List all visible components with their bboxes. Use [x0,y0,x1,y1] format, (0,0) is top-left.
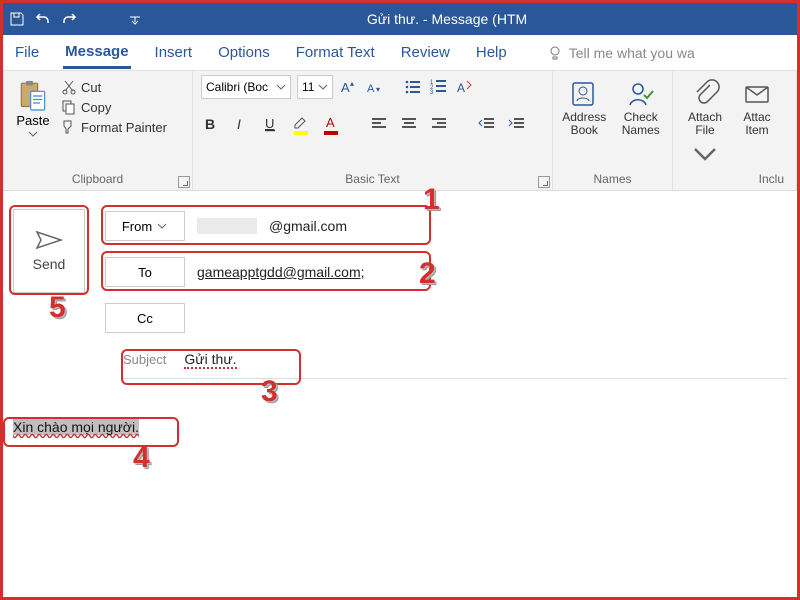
group-label-include: Inclu [681,170,788,188]
subject-row: Subject Gửi thư. [123,345,787,379]
underline-icon[interactable]: U [261,113,281,135]
attach-file-button[interactable]: Attach File [681,75,729,169]
tab-options[interactable]: Options [216,38,272,67]
format-painter-label: Format Painter [81,120,167,135]
font-color-icon[interactable]: A [321,113,341,135]
format-painter-button[interactable]: Format Painter [61,119,167,135]
group-clipboard: Paste Cut Copy Format Painter Clipboard [3,71,193,190]
increase-font-icon[interactable]: A▴ [339,76,359,98]
svg-text:A: A [326,115,335,130]
tab-message[interactable]: Message [63,37,130,69]
cc-button[interactable]: Cc [105,303,185,333]
undo-icon[interactable] [35,11,51,27]
align-left-icon[interactable] [369,113,389,135]
svg-text:3: 3 [430,90,434,96]
cc-row: Cc [105,301,787,335]
decrease-indent-icon[interactable] [477,113,497,135]
bullets-icon[interactable] [403,76,423,98]
attach-item-button[interactable]: Attac Item [737,75,777,137]
tab-insert[interactable]: Insert [153,38,195,67]
tab-file[interactable]: File [13,38,41,67]
tell-me-label: Tell me what you wa [569,45,695,61]
svg-text:B: B [205,116,215,132]
to-row: To gameapptgdd@gmail.com; [105,255,787,289]
group-names: Address Book Check Names Names [553,71,673,190]
highlight-color-icon[interactable] [291,113,311,135]
address-book-button[interactable]: Address Book [561,75,608,137]
tab-format-text[interactable]: Format Text [294,38,377,67]
italic-icon[interactable]: I [231,113,251,135]
from-button[interactable]: From [105,211,185,241]
address-book-label: Address Book [562,111,606,137]
subject-label: Subject [123,352,166,367]
from-redacted [197,218,257,234]
decrease-font-icon[interactable]: A▾ [365,76,385,98]
mail-body[interactable]: Xin chào mọi người. [13,419,787,435]
tell-me-search[interactable]: Tell me what you wa [547,45,695,61]
svg-text:▾: ▾ [376,85,380,94]
clipboard-dialog-launcher-icon[interactable] [178,176,190,188]
send-button[interactable]: Send [13,209,85,293]
from-value: @gmail.com [269,218,347,234]
attach-item-label: Attac Item [743,111,770,137]
redo-icon[interactable] [61,11,77,27]
annotation-number-3: 3 [261,375,278,409]
increase-indent-icon[interactable] [507,113,527,135]
from-row: From @gmail.com [105,209,787,243]
send-label: Send [33,256,66,272]
svg-text:▴: ▴ [350,79,354,88]
svg-text:A: A [341,80,350,95]
qat-customize-icon[interactable] [127,11,143,27]
to-label: To [138,265,152,280]
align-right-icon[interactable] [429,113,449,135]
svg-text:A: A [457,81,465,95]
check-names-button[interactable]: Check Names [618,75,665,137]
quick-access-toolbar [9,11,143,27]
font-size-select[interactable]: 11 [297,75,333,99]
font-name-value: Calibri (Boc [206,80,268,94]
paste-button[interactable]: Paste [11,75,55,144]
align-center-icon[interactable] [399,113,419,135]
to-button[interactable]: To [105,257,185,287]
svg-text:I: I [237,116,241,132]
svg-text:U: U [265,116,274,131]
font-size-value: 11 [302,80,314,94]
tab-review[interactable]: Review [399,38,452,67]
copy-button[interactable]: Copy [61,99,167,115]
svg-text:A: A [367,83,375,95]
paste-label: Paste [16,113,49,128]
window-title: Gửi thư. - Message (HTM [143,11,791,27]
attach-file-label: Attach File [688,111,722,137]
mail-body-text: Xin chào mọi người. [13,419,139,435]
bold-icon[interactable]: B [201,113,221,135]
cut-label: Cut [81,80,101,95]
check-names-label: Check Names [622,111,660,137]
font-name-select[interactable]: Calibri (Boc [201,75,291,99]
subject-value[interactable]: Gửi thư. [184,351,236,369]
group-basic-text: Calibri (Boc 11 A▴ A▾ 123 A B I U A [193,71,553,190]
from-label: From [122,219,152,234]
compose-area: Send From @gmail.com To gameapptgdd@gmai… [3,191,797,445]
to-value[interactable]: gameapptgdd@gmail.com; [197,264,365,280]
cut-button[interactable]: Cut [61,79,167,95]
group-label-basic-text: Basic Text [201,170,544,188]
annotation-number-4: 4 [133,441,150,475]
group-label-clipboard: Clipboard [11,170,184,188]
clear-formatting-icon[interactable]: A [455,76,475,98]
ribbon-tabs: File Message Insert Options Format Text … [3,35,797,71]
title-bar: Gửi thư. - Message (HTM [3,3,797,35]
ribbon: Paste Cut Copy Format Painter Clipboard [3,71,797,191]
basic-text-dialog-launcher-icon[interactable] [538,176,550,188]
cc-label: Cc [137,311,153,326]
copy-label: Copy [81,100,111,115]
group-include: Attach File Attac Item Inclu [673,71,797,190]
numbering-icon[interactable]: 123 [429,76,449,98]
tab-help[interactable]: Help [474,38,509,67]
group-label-names: Names [561,170,664,188]
save-icon[interactable] [9,11,25,27]
